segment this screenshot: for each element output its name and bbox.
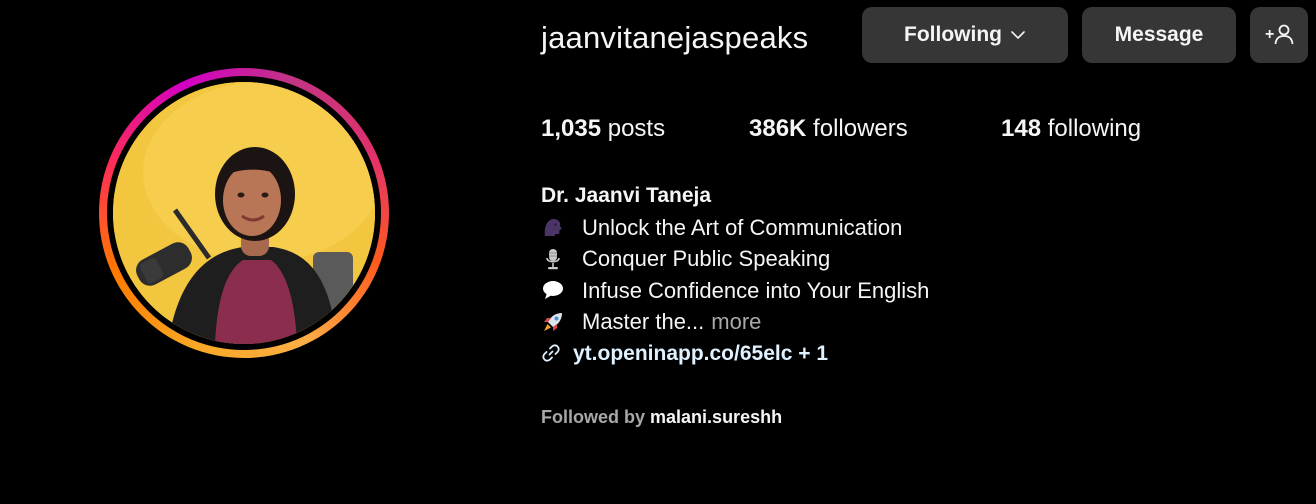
followers-count: 386K: [749, 115, 807, 142]
bio-line-text: Conquer Public Speaking: [582, 246, 831, 271]
story-ring[interactable]: [99, 68, 389, 358]
bio-line-text: Unlock the Art of Communication: [582, 214, 903, 240]
bio-line-text: Master the...: [582, 309, 705, 334]
posts-stat: 1,035 posts: [541, 112, 665, 146]
followed-by-prefix: Followed by: [541, 407, 646, 427]
avatar[interactable]: [113, 82, 375, 344]
bio-link[interactable]: yt.openinapp.co/65elc + 1: [541, 338, 1101, 370]
posts-label: posts: [607, 115, 666, 142]
link-icon: [541, 343, 561, 363]
profile-bio: Dr. Jaanvi Taneja Unlock the Art of Comm…: [541, 180, 1101, 369]
add-user-plus-glyph: +: [1265, 26, 1274, 43]
chevron-down-icon: [1011, 31, 1025, 39]
rocket-icon: [541, 310, 571, 334]
bio-line: Conquer Public Speaking: [541, 243, 1101, 275]
microphone-icon: [541, 247, 571, 271]
followed-by[interactable]: Followed by malani.sureshh: [541, 404, 782, 430]
bio-link-text: yt.openinapp.co/65elc + 1: [573, 341, 829, 365]
bio-line: Infuse Confidence into Your English: [541, 275, 1101, 307]
bio-line: Master the... more: [541, 306, 1101, 338]
bio-line-text: Infuse Confidence into Your English: [582, 277, 930, 303]
following-label: following: [1047, 115, 1142, 142]
following-button[interactable]: Following: [862, 7, 1068, 63]
followers-stat[interactable]: 386K followers: [749, 112, 908, 146]
suggested-users-button[interactable]: +: [1250, 7, 1308, 63]
following-stat[interactable]: 148 following: [1001, 112, 1141, 146]
posts-count: 1,035: [541, 115, 602, 142]
profile-stats: 1,035 posts 386K followers 148 following: [541, 112, 1241, 146]
bio-display-name: Dr. Jaanvi Taneja: [541, 184, 712, 207]
following-count: 148: [1001, 115, 1042, 142]
avatar-photo: [113, 82, 375, 344]
followed-by-user[interactable]: malani.sureshh: [650, 407, 782, 427]
bio-more-link[interactable]: more: [711, 306, 761, 338]
avatar-frame: [107, 76, 381, 350]
message-button-label: Message: [1114, 23, 1204, 46]
speaking-head-icon: [541, 215, 571, 239]
profile-username: jaanvitanejaspeaks: [541, 20, 809, 55]
message-button[interactable]: Message: [1082, 7, 1236, 63]
add-user-icon: +: [1265, 24, 1294, 45]
following-button-label: Following: [904, 23, 1002, 46]
bio-line: Unlock the Art of Communication: [541, 212, 1101, 244]
followers-label: followers: [813, 115, 908, 142]
speech-bubble-icon: [541, 278, 571, 302]
